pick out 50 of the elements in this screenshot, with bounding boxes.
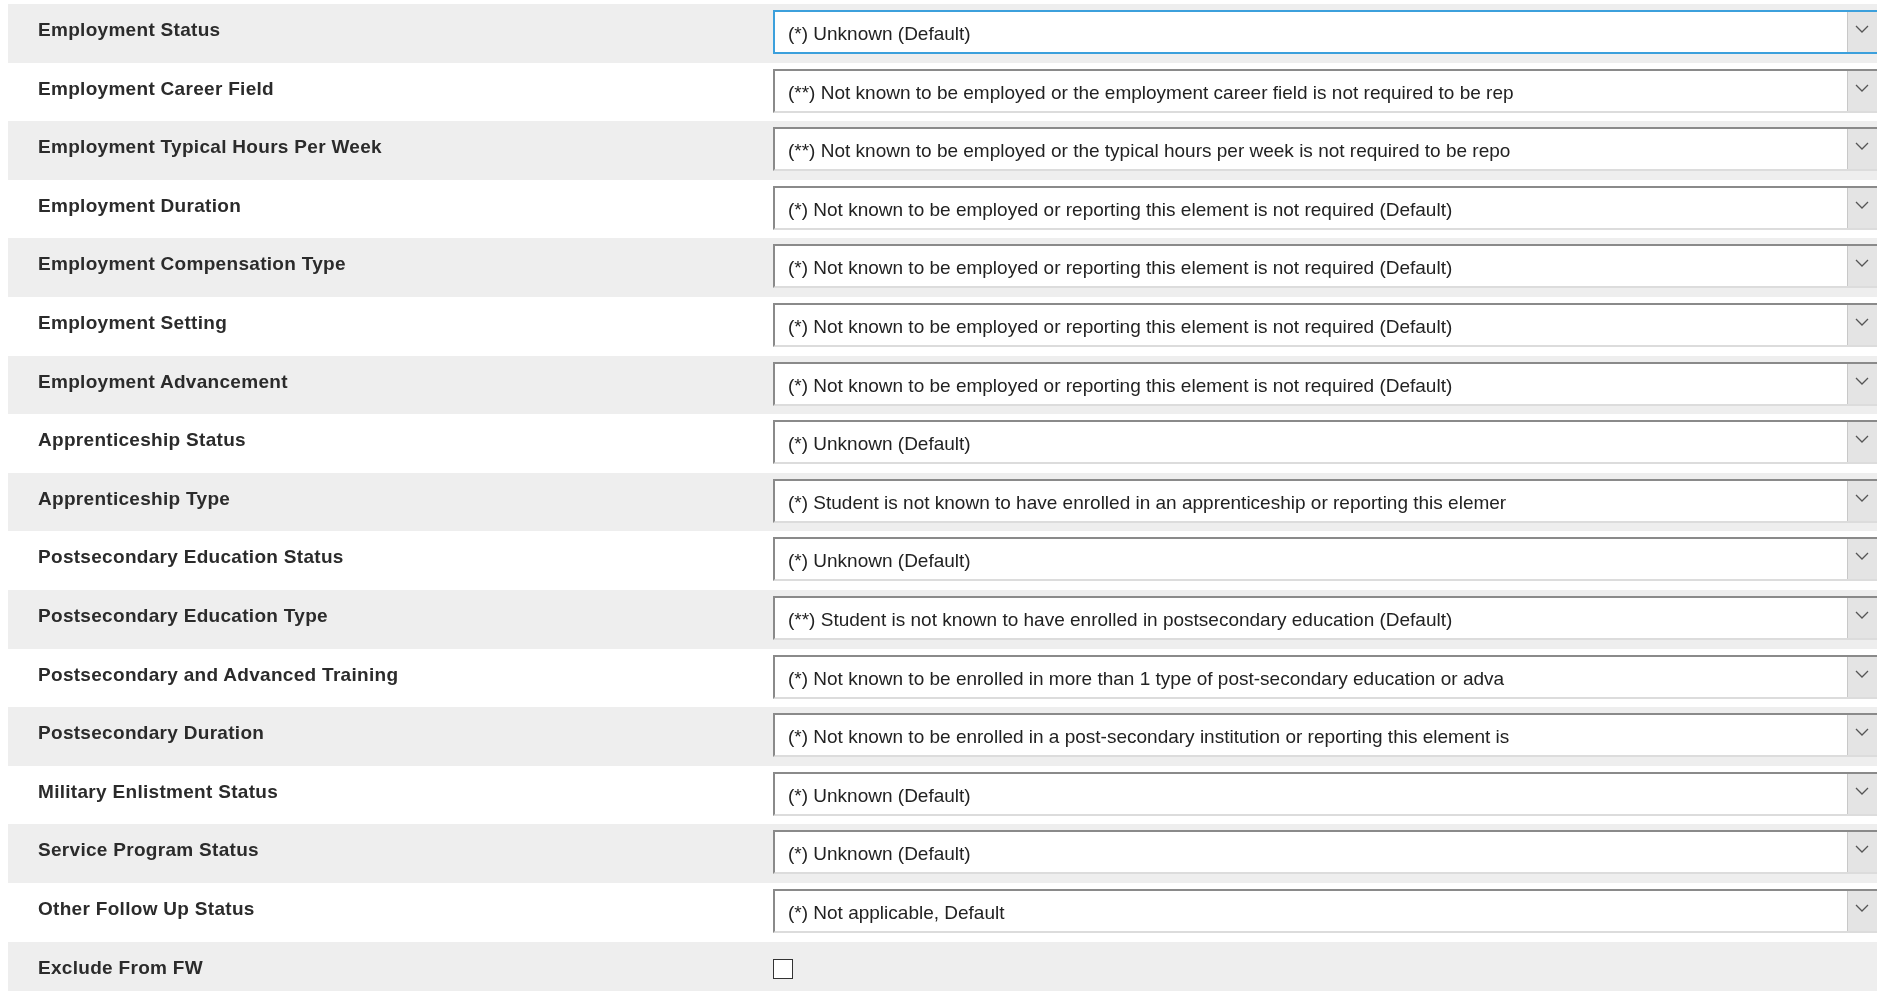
- chevron-down-icon: [1855, 610, 1869, 620]
- field-label: Employment Setting: [37, 310, 229, 335]
- checkbox[interactable]: [773, 958, 793, 979]
- dropdown-field[interactable]: (*) Unknown (Default): [773, 420, 1877, 465]
- field-label: Employment Typical Hours Per Week: [37, 135, 383, 160]
- chevron-down-icon: [1855, 786, 1869, 796]
- field-label: Postsecondary Education Status: [37, 545, 345, 570]
- dropdown-field[interactable]: (*) Not applicable, Default: [773, 888, 1877, 933]
- dropdown-field[interactable]: (*) Not known to be employed or reporting this element is not required (Default): [773, 361, 1877, 406]
- dropdown-field[interactable]: (*) Not known to be enrolled in more than 1 type of post-secondary education or adva: [773, 654, 1877, 699]
- field-label: Postsecondary Duration: [37, 721, 266, 746]
- dropdown-field[interactable]: (**) Not known to be employed or the employment career field is not required to be rep: [773, 68, 1877, 113]
- chevron-down-icon: [1855, 435, 1869, 445]
- dropdown-field[interactable]: (*) Not known to be employed or reporting this element is not required (Default): [773, 244, 1877, 289]
- field-label: Employment Advancement: [37, 369, 289, 394]
- chevron-down-icon: [1855, 25, 1869, 34]
- chevron-down-icon: [1855, 903, 1869, 913]
- dropdown-field[interactable]: (**) Not known to be employed or the typical hours per week is not required to be repo: [773, 127, 1877, 172]
- chevron-down-icon: [1855, 669, 1869, 679]
- field-label: Apprenticeship Status: [37, 428, 247, 453]
- field-label: Exclude From FW: [37, 955, 204, 980]
- chevron-down-icon: [1855, 845, 1869, 855]
- dropdown-field[interactable]: (*) Unknown (Default): [773, 830, 1877, 875]
- chevron-down-icon: [1855, 259, 1869, 269]
- chevron-down-icon: [1855, 376, 1869, 386]
- chevron-down-icon: [1855, 83, 1869, 93]
- dropdown-field[interactable]: (**) Student is not known to have enrolled in postsecondary education (Default): [773, 595, 1877, 640]
- dropdown-field[interactable]: (*) Not known to be employed or reporting this element is not required (Default): [773, 302, 1877, 347]
- field-label: Apprenticeship Type: [37, 486, 232, 511]
- chevron-down-icon: [1855, 728, 1869, 738]
- field-label: Employment Status: [37, 18, 222, 42]
- field-label: Other Follow Up Status: [37, 896, 256, 921]
- dropdown-field[interactable]: (*) Not known to be enrolled in a post-secondary institution or reporting this element is: [773, 713, 1877, 758]
- field-label: Employment Compensation Type: [37, 252, 347, 277]
- dropdown-field[interactable]: (*) Student is not known to have enrolled in an apprenticeship or reporting this elemer: [773, 478, 1877, 523]
- chevron-down-icon: [1855, 142, 1869, 152]
- chevron-down-icon: [1855, 317, 1869, 327]
- field-label: Military Enlistment Status: [37, 779, 280, 804]
- chevron-down-icon: [1855, 493, 1869, 503]
- chevron-down-icon: [1855, 552, 1869, 562]
- dropdown-field[interactable]: (*) Not known to be employed or reporting this element is not required (Default): [773, 185, 1877, 230]
- field-label: Employment Career Field: [37, 76, 276, 101]
- dropdown-field[interactable]: (*) Unknown (Default): [773, 537, 1877, 582]
- field-label: Employment Duration: [37, 193, 243, 218]
- dropdown-field[interactable]: (*) Unknown (Default): [773, 10, 1877, 54]
- field-label: Service Program Status: [37, 838, 260, 863]
- field-label: Postsecondary Education Type: [37, 603, 329, 628]
- chevron-down-icon: [1855, 200, 1869, 210]
- dropdown-field[interactable]: (*) Unknown (Default): [773, 771, 1877, 816]
- field-label: Postsecondary and Advanced Training: [37, 662, 400, 687]
